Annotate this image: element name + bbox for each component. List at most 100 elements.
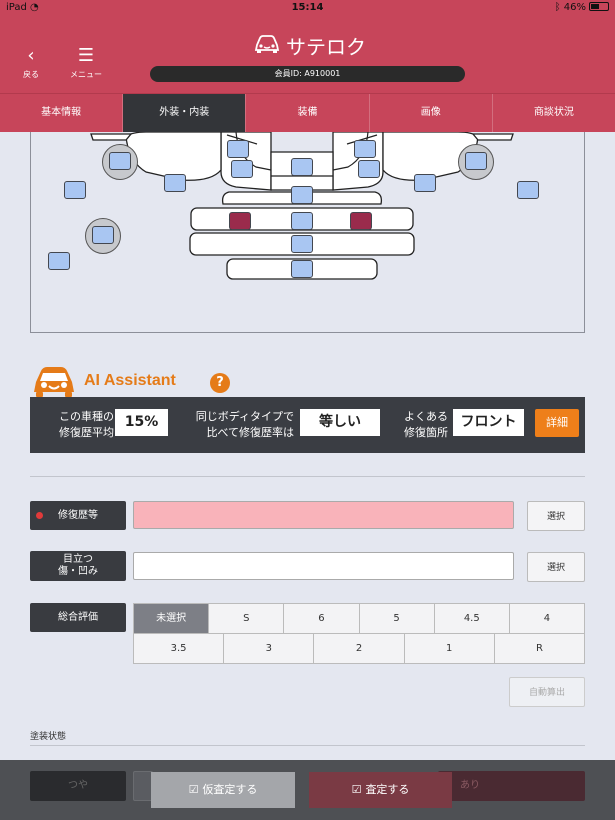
- panel-mirror-left[interactable]: [231, 160, 253, 178]
- back-label: 戻る: [23, 70, 39, 79]
- grade-row-1: 未選択 S 6 5 4.5 4: [133, 603, 585, 634]
- gloss-label: つや: [30, 771, 126, 801]
- tab-negotiation-status[interactable]: 商談状況: [493, 94, 615, 132]
- car-damage-diagram: [30, 132, 585, 333]
- grade-option-r[interactable]: R: [495, 634, 584, 663]
- panel-door-far-left[interactable]: [64, 181, 86, 199]
- panel-mirror-right[interactable]: [358, 160, 380, 178]
- grade-option-2[interactable]: 2: [314, 634, 405, 663]
- required-dot-icon: [36, 512, 43, 519]
- repair-history-label: 修復歴等: [30, 501, 126, 530]
- panel-tail-center[interactable]: [291, 260, 313, 278]
- member-id-bar: 会員ID: A910001: [150, 66, 465, 82]
- tab-basic-info[interactable]: 基本情報: [0, 94, 124, 132]
- assess-button[interactable]: ☑ 査定する: [309, 772, 452, 808]
- panel-rear-right-selected[interactable]: [350, 212, 372, 230]
- auto-calc-button[interactable]: 自動算出: [509, 677, 585, 707]
- body-type-label-line2: 比べて修復歴率は: [206, 426, 294, 439]
- tab-exterior-interior[interactable]: 外装・内装: [123, 94, 247, 132]
- panel-wheel-front-right[interactable]: [465, 152, 487, 170]
- common-repair-label-line1: よくある: [404, 410, 448, 423]
- panel-door-far-right[interactable]: [517, 181, 539, 199]
- panel-side-lower-left[interactable]: [48, 252, 70, 270]
- status-bar: iPad ◔ 15:14 ᛒ 46%: [0, 0, 615, 17]
- noticeable-damage-select-button[interactable]: 選択: [527, 552, 585, 582]
- overall-grade-label: 総合評価: [30, 603, 126, 632]
- car-logo-icon: [254, 35, 280, 53]
- avg-repair-label-line1: この車種の: [59, 410, 114, 423]
- temp-assess-button[interactable]: ☑ 仮査定する: [151, 772, 295, 808]
- hamburger-icon: ☰: [77, 45, 95, 66]
- grade-option-3-5[interactable]: 3.5: [134, 634, 225, 663]
- divider: [30, 476, 585, 477]
- panel-fender-left[interactable]: [164, 174, 186, 192]
- common-repair-label: よくある 修復箇所: [392, 409, 448, 441]
- panel-roof-center[interactable]: [291, 186, 313, 204]
- bluetooth-icon: ᛒ: [554, 2, 561, 13]
- detail-button[interactable]: 詳細: [535, 409, 579, 437]
- tab-images[interactable]: 画像: [370, 94, 493, 132]
- chevron-left-icon: ‹: [27, 45, 35, 66]
- grade-option-5[interactable]: 5: [360, 604, 435, 633]
- bottom-action-bar: つや あり ☑ 仮査定する ☑ 査定する: [0, 760, 615, 820]
- noticeable-damage-label: 目立つ 傷・凹み: [30, 551, 126, 581]
- gloss-option-field[interactable]: [133, 771, 153, 801]
- grade-row-2: 3.5 3 2 1 R: [133, 633, 585, 664]
- menu-button[interactable]: ☰ メニュー: [66, 47, 106, 80]
- grade-option-s[interactable]: S: [209, 604, 285, 633]
- panel-top-right[interactable]: [354, 140, 376, 158]
- body-type-label-line1: 同じボディタイプで: [195, 410, 294, 423]
- ai-car-icon: [34, 367, 74, 397]
- battery-icon: [589, 2, 609, 11]
- assess-label: 査定する: [365, 783, 410, 796]
- panel-wheel-front-left[interactable]: [109, 152, 131, 170]
- battery-percent: 46%: [563, 2, 586, 13]
- wheel-rear-left[interactable]: [85, 218, 121, 254]
- gloss-option-ari[interactable]: あり: [438, 771, 585, 801]
- ai-assistant-panel: この車種の 修復歴平均 15% 同じボディタイプで 比べて修復歴率は 等しい よ…: [30, 397, 585, 453]
- repair-history-label-text: 修復歴等: [58, 510, 98, 521]
- avg-repair-label: この車種の 修復歴平均: [46, 409, 114, 441]
- grade-option-unselected[interactable]: 未選択: [134, 604, 210, 633]
- avg-repair-label-line2: 修復歴平均: [59, 426, 114, 439]
- menu-label: メニュー: [70, 70, 102, 79]
- grade-option-1[interactable]: 1: [405, 634, 495, 663]
- app-title: サテロク: [286, 35, 366, 59]
- grade-option-4-5[interactable]: 4.5: [435, 604, 510, 633]
- repair-history-field[interactable]: [133, 501, 514, 529]
- panel-rear-left-selected[interactable]: [229, 212, 251, 230]
- help-icon[interactable]: ?: [210, 373, 230, 393]
- grade-option-3[interactable]: 3: [224, 634, 315, 663]
- wheel-front-left[interactable]: [102, 144, 138, 180]
- noticeable-damage-label-line1: 目立つ: [63, 554, 93, 565]
- status-time: 15:14: [291, 2, 324, 13]
- noticeable-damage-field[interactable]: [133, 552, 514, 580]
- paint-condition-heading: 塗装状態: [30, 732, 67, 742]
- status-right: ᛒ 46%: [555, 2, 609, 13]
- divider: [30, 745, 585, 746]
- tab-equipment[interactable]: 装備: [246, 94, 370, 132]
- ai-assistant-title: AI Assistant: [84, 372, 176, 389]
- checkbox-icon: ☑: [351, 783, 362, 796]
- grade-option-6[interactable]: 6: [284, 604, 360, 633]
- app-header: ‹ 戻る ☰ メニュー サテロク 会員ID: A910001: [0, 17, 615, 93]
- common-repair-label-line2: 修復箇所: [404, 426, 448, 439]
- panel-fender-right[interactable]: [414, 174, 436, 192]
- body-type-value: 等しい: [300, 409, 380, 436]
- panel-bumper-center[interactable]: [291, 235, 313, 253]
- common-repair-value: フロント: [453, 409, 524, 436]
- back-button[interactable]: ‹ 戻る: [18, 47, 44, 80]
- tab-bar: 基本情報 外装・内装 装備 画像 商談状況: [0, 93, 615, 132]
- panel-hood-center[interactable]: [291, 158, 313, 176]
- panel-top-left[interactable]: [227, 140, 249, 158]
- repair-history-select-button[interactable]: 選択: [527, 501, 585, 531]
- panel-rear-center[interactable]: [291, 212, 313, 230]
- wheel-front-right[interactable]: [458, 144, 494, 180]
- panel-wheel-rear-left[interactable]: [92, 226, 114, 244]
- grade-option-4[interactable]: 4: [510, 604, 584, 633]
- body-type-label: 同じボディタイプで 比べて修復歴率は: [180, 409, 294, 441]
- temp-assess-label: 仮査定する: [202, 783, 258, 796]
- noticeable-damage-label-line2: 傷・凹み: [58, 566, 98, 577]
- checkbox-icon: ☑: [188, 783, 199, 796]
- avg-repair-value: 15%: [115, 409, 168, 436]
